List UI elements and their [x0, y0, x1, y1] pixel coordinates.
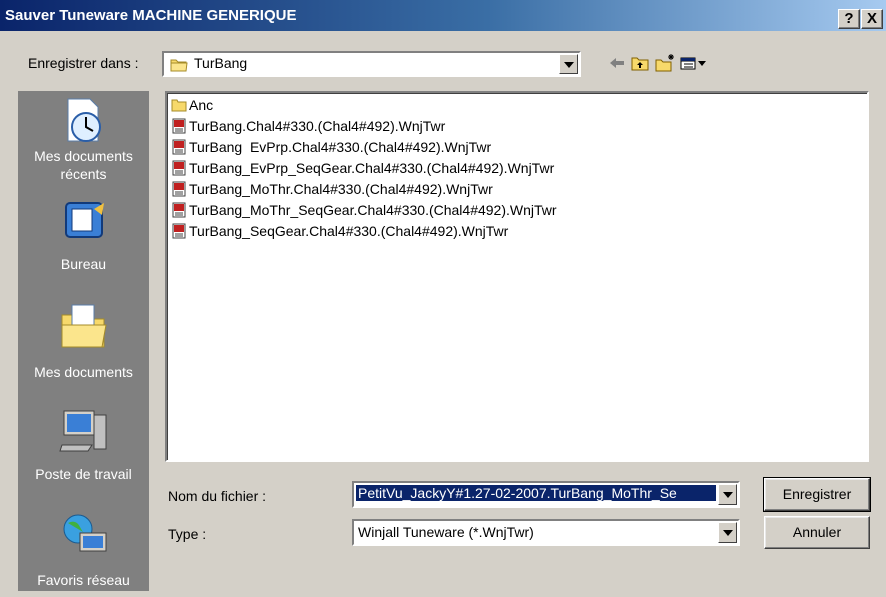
list-item-file[interactable]: TurBang.Chal4#330.(Chal4#492).WnjTwr [171, 116, 445, 136]
file-name: Anc [189, 97, 214, 113]
chevron-down-icon[interactable] [718, 484, 737, 505]
place-my-computer[interactable]: Poste de travail [18, 405, 149, 483]
chevron-down-icon[interactable] [559, 54, 578, 74]
list-item-file[interactable]: TurBang_SeqGear.Chal4#330.(Chal4#492).Wn… [171, 221, 508, 241]
place-label: Mes documents [34, 364, 133, 380]
place-label: Bureau [60, 256, 107, 272]
list-item-file[interactable]: TurBang EvPrp.Chal4#330.(Chal4#492).WnjT… [171, 137, 491, 157]
file-name: TurBang_SeqGear.Chal4#330.(Chal4#492).Wn… [189, 223, 509, 239]
file-name: TurBang EvPrp.Chal4#330.(Chal4#492).WnjT… [189, 139, 492, 155]
desktop-icon [64, 202, 104, 238]
folder-icon [170, 59, 188, 72]
tuneware-file-icon [172, 139, 186, 155]
place-label: Favoris réseau [37, 572, 130, 588]
file-list[interactable]: Anc TurBang.Chal4#330.(Chal4#492).WnjTwr… [165, 91, 869, 462]
file-name: TurBang.Chal4#330.(Chal4#492).WnjTwr [189, 118, 446, 134]
filetype-dropdown[interactable]: Winjall Tuneware (*.WnjTwr) [352, 519, 740, 546]
lookin-label: Enregistrer dans : [28, 55, 139, 71]
lookin-value: TurBang [194, 55, 248, 71]
file-name: TurBang_MoThr_SeqGear.Chal4#330.(Chal4#4… [189, 202, 557, 218]
my-computer-icon [58, 410, 106, 452]
filename-label: Nom du fichier : [168, 488, 267, 504]
recent-documents-icon [67, 98, 101, 142]
list-item-file[interactable]: TurBang_MoThr_SeqGear.Chal4#330.(Chal4#4… [171, 200, 557, 220]
tuneware-file-icon [172, 118, 186, 134]
back-arrow-icon[interactable] [606, 52, 628, 74]
view-menu-icon[interactable] [678, 52, 708, 74]
tuneware-file-icon [172, 160, 186, 176]
title-bar: Sauver Tuneware MACHINE GENERIQUE ? X [0, 0, 886, 31]
my-documents-icon [61, 304, 107, 348]
filename-value: PetitVu_JackyY#1.27-02-2007.TurBang_MoTh… [356, 485, 716, 501]
up-folder-icon[interactable] [629, 52, 651, 74]
tuneware-file-icon [172, 223, 186, 239]
new-folder-icon[interactable] [654, 52, 676, 74]
window-title: Sauver Tuneware MACHINE GENERIQUE [5, 7, 297, 24]
network-places-icon [63, 514, 106, 552]
list-item-folder[interactable]: Anc [171, 95, 213, 115]
place-label: Poste de travail [35, 466, 132, 482]
close-button[interactable]: X [861, 9, 883, 29]
tuneware-file-icon [172, 181, 186, 197]
filetype-label: Type : [168, 526, 207, 542]
place-network[interactable]: Favoris réseau [18, 509, 149, 589]
chevron-down-icon[interactable] [718, 522, 737, 543]
list-item-file[interactable]: TurBang_EvPrp_SeqGear.Chal4#330.(Chal4#4… [171, 158, 554, 178]
place-label: Mes documents récents [34, 148, 133, 182]
filename-input[interactable]: PetitVu_JackyY#1.27-02-2007.TurBang_MoTh… [352, 481, 740, 508]
places-bar: Mes documents récents Bureau Mes documen… [18, 91, 149, 591]
help-button[interactable]: ? [838, 9, 860, 29]
lookin-dropdown[interactable]: TurBang [162, 51, 581, 77]
file-name: TurBang_MoThr.Chal4#330.(Chal4#492).WnjT… [189, 181, 493, 197]
tuneware-file-icon [172, 202, 186, 218]
list-item-file[interactable]: TurBang_MoThr.Chal4#330.(Chal4#492).WnjT… [171, 179, 493, 199]
file-name: TurBang_EvPrp_SeqGear.Chal4#330.(Chal4#4… [189, 160, 555, 176]
cancel-button[interactable]: Annuler [764, 516, 870, 549]
place-my-documents[interactable]: Mes documents [18, 299, 149, 381]
place-recent-documents[interactable]: Mes documents récents [18, 91, 149, 183]
filetype-value: Winjall Tuneware (*.WnjTwr) [358, 524, 534, 540]
folder-icon [171, 99, 187, 112]
save-button[interactable]: Enregistrer [763, 477, 871, 512]
place-desktop[interactable]: Bureau [18, 195, 149, 273]
